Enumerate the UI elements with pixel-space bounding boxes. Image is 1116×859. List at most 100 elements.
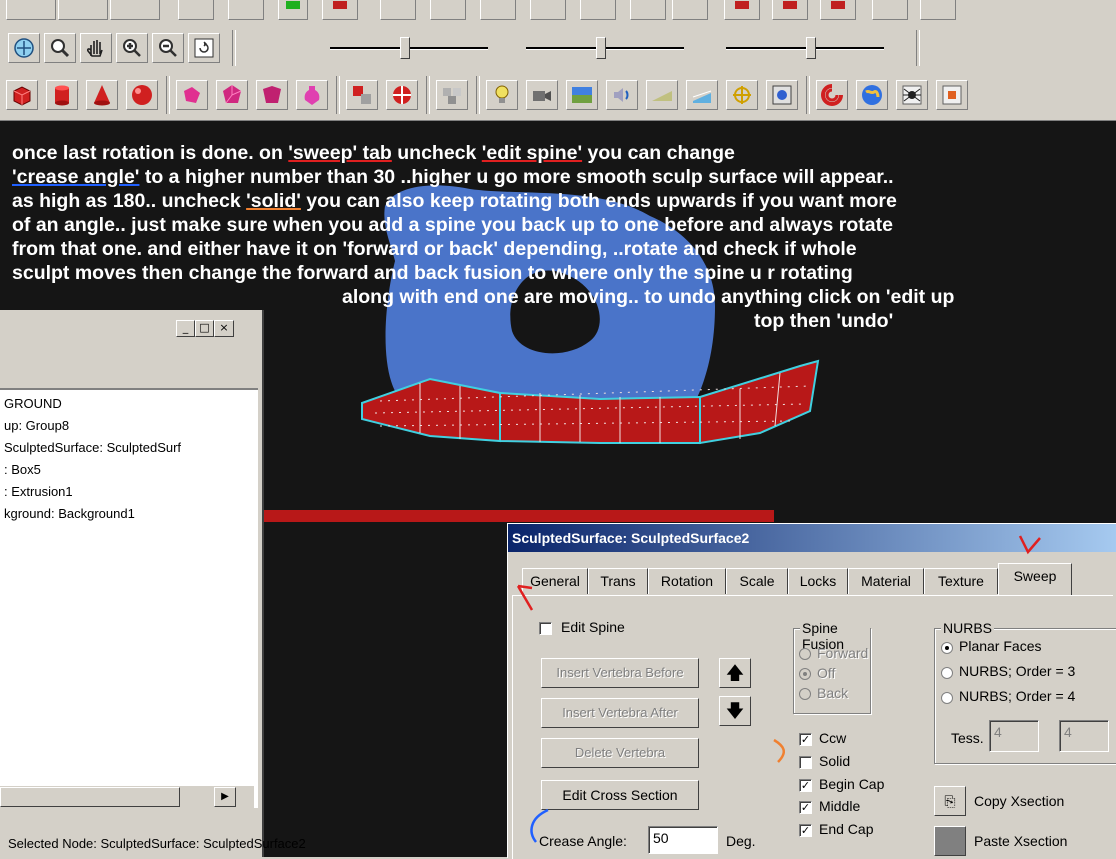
note-line-7: along with end one are moving.. to undo … [342,286,955,308]
toolbar-button[interactable] [672,0,708,20]
note-line-6: sculpt moves then change the forward and… [12,262,853,284]
horizontal-scrollbar[interactable]: ▶ [0,785,254,808]
scene-window-titlebar: _ □ × [0,310,262,346]
note-solid: 'solid' [246,190,301,212]
toolbar-button[interactable] [580,0,616,20]
ifs-icon[interactable] [256,80,288,110]
note-line-3: as high as 180.. uncheck 'solid' you can… [12,189,897,213]
toolbar-button[interactable] [920,0,956,20]
toolbar-button[interactable] [430,0,466,20]
scene-graph-window: _ □ × GROUND up: Group8 SculptedSurface:… [0,310,306,857]
toolbar-button[interactable] [530,0,566,20]
toolbar-separator [806,76,810,114]
scroll-right-button[interactable]: ▶ [214,787,236,807]
cone-icon[interactable] [86,80,118,110]
toolbar-button[interactable] [380,0,416,20]
note-line-2: 'crease angle' to a higher number than 3… [12,165,894,189]
toolbar-button[interactable] [724,0,760,20]
toolbar-button[interactable] [228,0,264,20]
toolbar-button[interactable] [58,0,108,20]
camera-slider-2[interactable] [526,33,684,63]
spider-icon[interactable] [896,80,928,110]
lod-icon[interactable] [436,80,468,110]
box-icon[interactable] [6,80,38,110]
fit-view-icon[interactable] [188,33,220,63]
orange-arrow-solid [773,738,786,763]
polyhedron-icon[interactable] [216,80,248,110]
note-line-1: once last rotation is done. on 'sweep' t… [12,141,735,165]
note-text: uncheck [391,142,482,164]
note-text: you can change [582,142,735,164]
sphere-icon[interactable] [126,80,158,110]
note-text: you can also keep rotating both ends upw… [300,190,897,212]
toolbar-button[interactable] [322,0,358,20]
toolbar-separator [232,30,236,66]
slider-thumb[interactable] [400,37,410,59]
globe-icon[interactable] [856,80,888,110]
slider-track [726,47,884,50]
properties-dialog: SculptedSurface: SculptedSurface2 Genera… [507,523,1116,859]
pan-hand-icon[interactable] [80,33,112,63]
viewpoint-icon[interactable] [526,80,558,110]
note-text: once last rotation is done. on [12,142,289,164]
scrollbar-thumb[interactable] [0,787,180,807]
inline-icon[interactable] [936,80,968,110]
sculpted-surface-icon[interactable] [296,80,328,110]
note-text: to a higher number than 30 ..higher u go… [139,166,894,188]
group-icon[interactable] [346,80,378,110]
close-button[interactable]: × [214,320,234,337]
toolbar-button[interactable] [820,0,856,20]
red-arrow-sweep [1018,535,1041,555]
tree-item[interactable]: SculptedSurface: SculptedSurf [4,440,181,455]
toolbar-button[interactable] [630,0,666,20]
note-sweep-tab: 'sweep' tab [288,142,392,164]
navigate-icon[interactable] [8,33,40,63]
note-line-5: from that one. and either have it on 'fo… [12,238,857,260]
script-icon[interactable] [816,80,848,110]
tree-item[interactable]: GROUND [4,396,62,411]
cylinder-icon[interactable] [46,80,78,110]
slider-thumb[interactable] [596,37,606,59]
note-line-4: of an angle.. just make sure when you ad… [12,214,893,236]
zoom-out-icon[interactable] [152,33,184,63]
toolbar-button[interactable] [110,0,160,20]
navigation-toolbar [0,26,1116,71]
maximize-button[interactable]: □ [195,320,214,337]
light-icon[interactable] [486,80,518,110]
camera-slider-3[interactable] [726,33,884,63]
sound-icon[interactable] [606,80,638,110]
toolbar-separator [336,76,340,114]
proximity-sensor-icon[interactable] [686,80,718,110]
fog-icon[interactable] [646,80,678,110]
toolbar-separator [916,30,920,66]
scene-tree[interactable]: GROUND up: Group8 SculptedSurface: Sculp… [0,388,258,808]
tree-item[interactable]: up: Group8 [4,418,69,433]
minimize-button[interactable]: _ [176,320,195,337]
blue-arrow-crease [530,808,549,843]
status-bar-text: Selected Node: SculptedSurface: Sculpted… [8,836,306,851]
node-toolbar [0,70,1116,121]
zoom-region-icon[interactable] [44,33,76,63]
toolbar-button[interactable] [178,0,214,20]
note-edit-spine: 'edit spine' [481,142,583,164]
toolbar-button[interactable] [872,0,908,20]
toolbar-button[interactable] [772,0,808,20]
note-crease-angle: 'crease angle' [12,166,140,188]
interpolator-icon[interactable] [766,80,798,110]
billboard-icon[interactable] [386,80,418,110]
tree-item[interactable]: kground: Background1 [4,506,135,521]
note-text: as high as 180.. uncheck [12,190,247,212]
camera-slider-1[interactable] [330,33,488,63]
touch-sensor-icon[interactable] [726,80,758,110]
tree-item[interactable]: : Extrusion1 [4,484,73,499]
toolbar-button[interactable] [278,0,308,20]
background-icon[interactable] [566,80,598,110]
annotation-arrows [516,535,1041,843]
toolbar-button[interactable] [480,0,516,20]
zoom-in-icon[interactable] [116,33,148,63]
extrusion-icon[interactable] [176,80,208,110]
tree-item[interactable]: : Box5 [4,462,41,477]
slider-thumb[interactable] [806,37,816,59]
toolbar-button[interactable] [6,0,56,20]
red-arrow-edit-spine [516,584,534,611]
